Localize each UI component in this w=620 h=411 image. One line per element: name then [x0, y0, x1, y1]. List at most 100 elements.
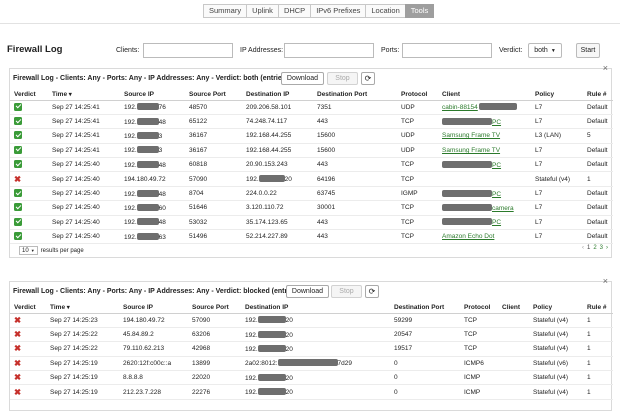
table-row[interactable]: ✖ Sep 27 14:25:19 2620:12f:c00c::a 13899 2a0… [10, 356, 613, 372]
table-row[interactable]: Sep 27 14:25:40 192. 60 51646 3.120.110.72 30… [10, 200, 613, 216]
verdict-select[interactable]: both ▼ [528, 43, 562, 58]
client-link[interactable]: PC [442, 160, 501, 169]
col-verdict[interactable]: Verdict [10, 89, 48, 101]
prev-page-icon[interactable]: ‹ [582, 245, 584, 251]
client-cell [498, 370, 529, 386]
firewall-log-panel-both: Firewall Log - Clients: Any - Ports: Any… [9, 63, 613, 259]
client-link[interactable]: Samsung Frame TV [442, 132, 500, 139]
client-link[interactable]: PC [442, 117, 501, 126]
clients-input[interactable] [143, 43, 233, 58]
col-source-ip[interactable]: Source IP [120, 89, 185, 101]
col-protocol[interactable]: Protocol [460, 302, 498, 314]
client-name: PC [492, 190, 502, 198]
col-destination-ip[interactable]: Destination IP [242, 89, 313, 101]
download-button[interactable]: Download [281, 72, 324, 85]
table-row[interactable]: Sep 27 14:25:41 192. 76 48570 209.206.58.101… [10, 100, 613, 115]
source-ip-cell: 194.180.49.72 [119, 313, 188, 328]
stop-button[interactable]: Stop [331, 285, 362, 298]
col-destination-ip[interactable]: Destination IP [241, 302, 390, 314]
source-port-cell: 42968 [188, 341, 241, 357]
table-row[interactable]: ✖ Sep 27 14:25:19 8.8.8.8 22020 192. 20 0 ICMP S… [10, 370, 613, 386]
page-3[interactable]: 3 [600, 245, 603, 251]
table-row[interactable]: Sep 27 14:25:40 192. 48 60818 20.90.153.243 4… [10, 157, 613, 173]
tab-dhcp[interactable]: DHCP [277, 4, 312, 18]
col-rule[interactable]: Rule # [583, 302, 613, 314]
policy-cell: Stateful (v4) [531, 171, 583, 187]
page-2[interactable]: 2 [593, 245, 596, 251]
col-time[interactable]: Time [48, 89, 120, 101]
check-icon [14, 117, 22, 126]
redacted-mask [442, 117, 492, 125]
header-divider [0, 23, 620, 24]
protocol-cell: TCP [460, 341, 498, 357]
col-source-port[interactable]: Source Port [185, 89, 242, 101]
table-row[interactable]: ✖ Sep 27 14:25:19 212.23.7.228 22276 192. 20 0… [10, 384, 613, 400]
rule-cell: Default [583, 200, 613, 216]
table-row[interactable]: Sep 27 14:25:41 192. 3 36167 192.168.44.255 1… [10, 128, 613, 144]
client-link[interactable]: PC [442, 218, 501, 226]
blocked-x-icon: ✖ [14, 372, 22, 383]
col-time[interactable]: Time [46, 302, 119, 314]
download-button[interactable]: Download [286, 285, 329, 298]
caret-down-icon: ▼ [550, 47, 556, 54]
ip-addresses-input[interactable] [284, 43, 374, 58]
source-port-cell: 48570 [185, 100, 242, 115]
client-link[interactable]: Amazon Echo Dot [442, 233, 494, 240]
table-header-row: Verdict Time Source IP Source Port Desti… [10, 89, 613, 101]
clients-label: Clients: [116, 47, 140, 54]
ip-suffix: 48 [158, 118, 166, 126]
close-icon[interactable]: × [603, 276, 608, 286]
col-verdict[interactable]: Verdict [10, 302, 46, 314]
ports-input[interactable] [402, 43, 492, 58]
table-row[interactable]: Sep 27 14:25:41 192. 48 65122 74.248.74.117 4… [10, 114, 613, 130]
page-1[interactable]: 1 [587, 245, 590, 251]
refresh-button[interactable]: ⟳ [365, 285, 379, 298]
stop-button[interactable]: Stop [327, 72, 358, 85]
client-link[interactable]: cabin-88154 [442, 103, 517, 111]
col-policy[interactable]: Policy [529, 302, 583, 314]
table-row[interactable]: ✖ Sep 27 14:25:22 79.110.62.213 42968 192. 20… [10, 341, 613, 357]
col-client[interactable]: Client [498, 302, 529, 314]
rule-cell: 1 [583, 327, 613, 343]
time-cell: Sep 27 14:25:41 [48, 128, 120, 144]
col-policy[interactable]: Policy [531, 89, 583, 101]
col-destination-port[interactable]: Destination Port [313, 89, 397, 101]
close-icon[interactable]: × [603, 63, 608, 73]
table-row[interactable]: ✖ Sep 27 14:25:40 194.180.49.72 57090 192. 20… [10, 171, 613, 187]
col-source-port[interactable]: Source Port [188, 302, 241, 314]
tab-summary[interactable]: Summary [203, 4, 248, 18]
destination-port-cell: 20547 [390, 327, 460, 343]
table-row[interactable]: Sep 27 14:25:40 192. 48 53032 35.174.123.65 4… [10, 215, 613, 231]
policy-cell: Stateful (v4) [529, 313, 583, 328]
redacted-mask [136, 218, 159, 226]
destination-port-cell: 63745 [313, 186, 397, 202]
destination-ip-cell: 192.168.44.255 [242, 128, 313, 144]
next-page-icon[interactable]: › [606, 245, 608, 251]
start-button[interactable]: Start [576, 43, 600, 58]
protocol-cell: UDP [397, 100, 438, 115]
col-protocol[interactable]: Protocol [397, 89, 438, 101]
ip-prefix: 192. [124, 219, 137, 227]
policy-cell: Stateful (v4) [529, 384, 583, 400]
protocol-cell: TCP [460, 327, 498, 343]
col-rule[interactable]: Rule # [583, 89, 613, 101]
client-link[interactable]: Samsung Frame TV [442, 147, 500, 154]
tab-ipv6-prefixes[interactable]: IPv6 Prefixes [310, 4, 367, 18]
tab-location[interactable]: Location [365, 4, 406, 18]
refresh-button[interactable]: ⟳ [361, 72, 375, 85]
col-destination-port[interactable]: Destination Port [390, 302, 460, 314]
tab-uplink[interactable]: Uplink [246, 4, 279, 18]
table-row[interactable]: Sep 27 14:25:40 192. 48 8704 224.0.0.22 63745… [10, 186, 613, 202]
redacted-mask [442, 160, 492, 168]
results-per-page-select[interactable]: 10 ▼ [19, 246, 38, 256]
tab-tools[interactable]: Tools [404, 4, 435, 18]
client-link[interactable]: PC [442, 189, 502, 198]
table-row[interactable]: ✖ Sep 27 14:25:23 194.180.49.72 57090 192. 20… [10, 313, 613, 328]
table-row[interactable]: Sep 27 14:25:41 192. 3 36167 192.168.44.255 1… [10, 143, 613, 159]
table-row[interactable]: Sep 27 14:25:40 192. 63 51496 52.214.227.89 4… [10, 229, 613, 245]
client-link[interactable]: camera [442, 203, 514, 212]
table-row[interactable]: ✖ Sep 27 14:25:22 45.84.89.2 63206 192. 20 205… [10, 327, 613, 343]
col-source-ip[interactable]: Source IP [119, 302, 188, 314]
col-client[interactable]: Client [438, 89, 531, 101]
check-icon [14, 145, 22, 154]
